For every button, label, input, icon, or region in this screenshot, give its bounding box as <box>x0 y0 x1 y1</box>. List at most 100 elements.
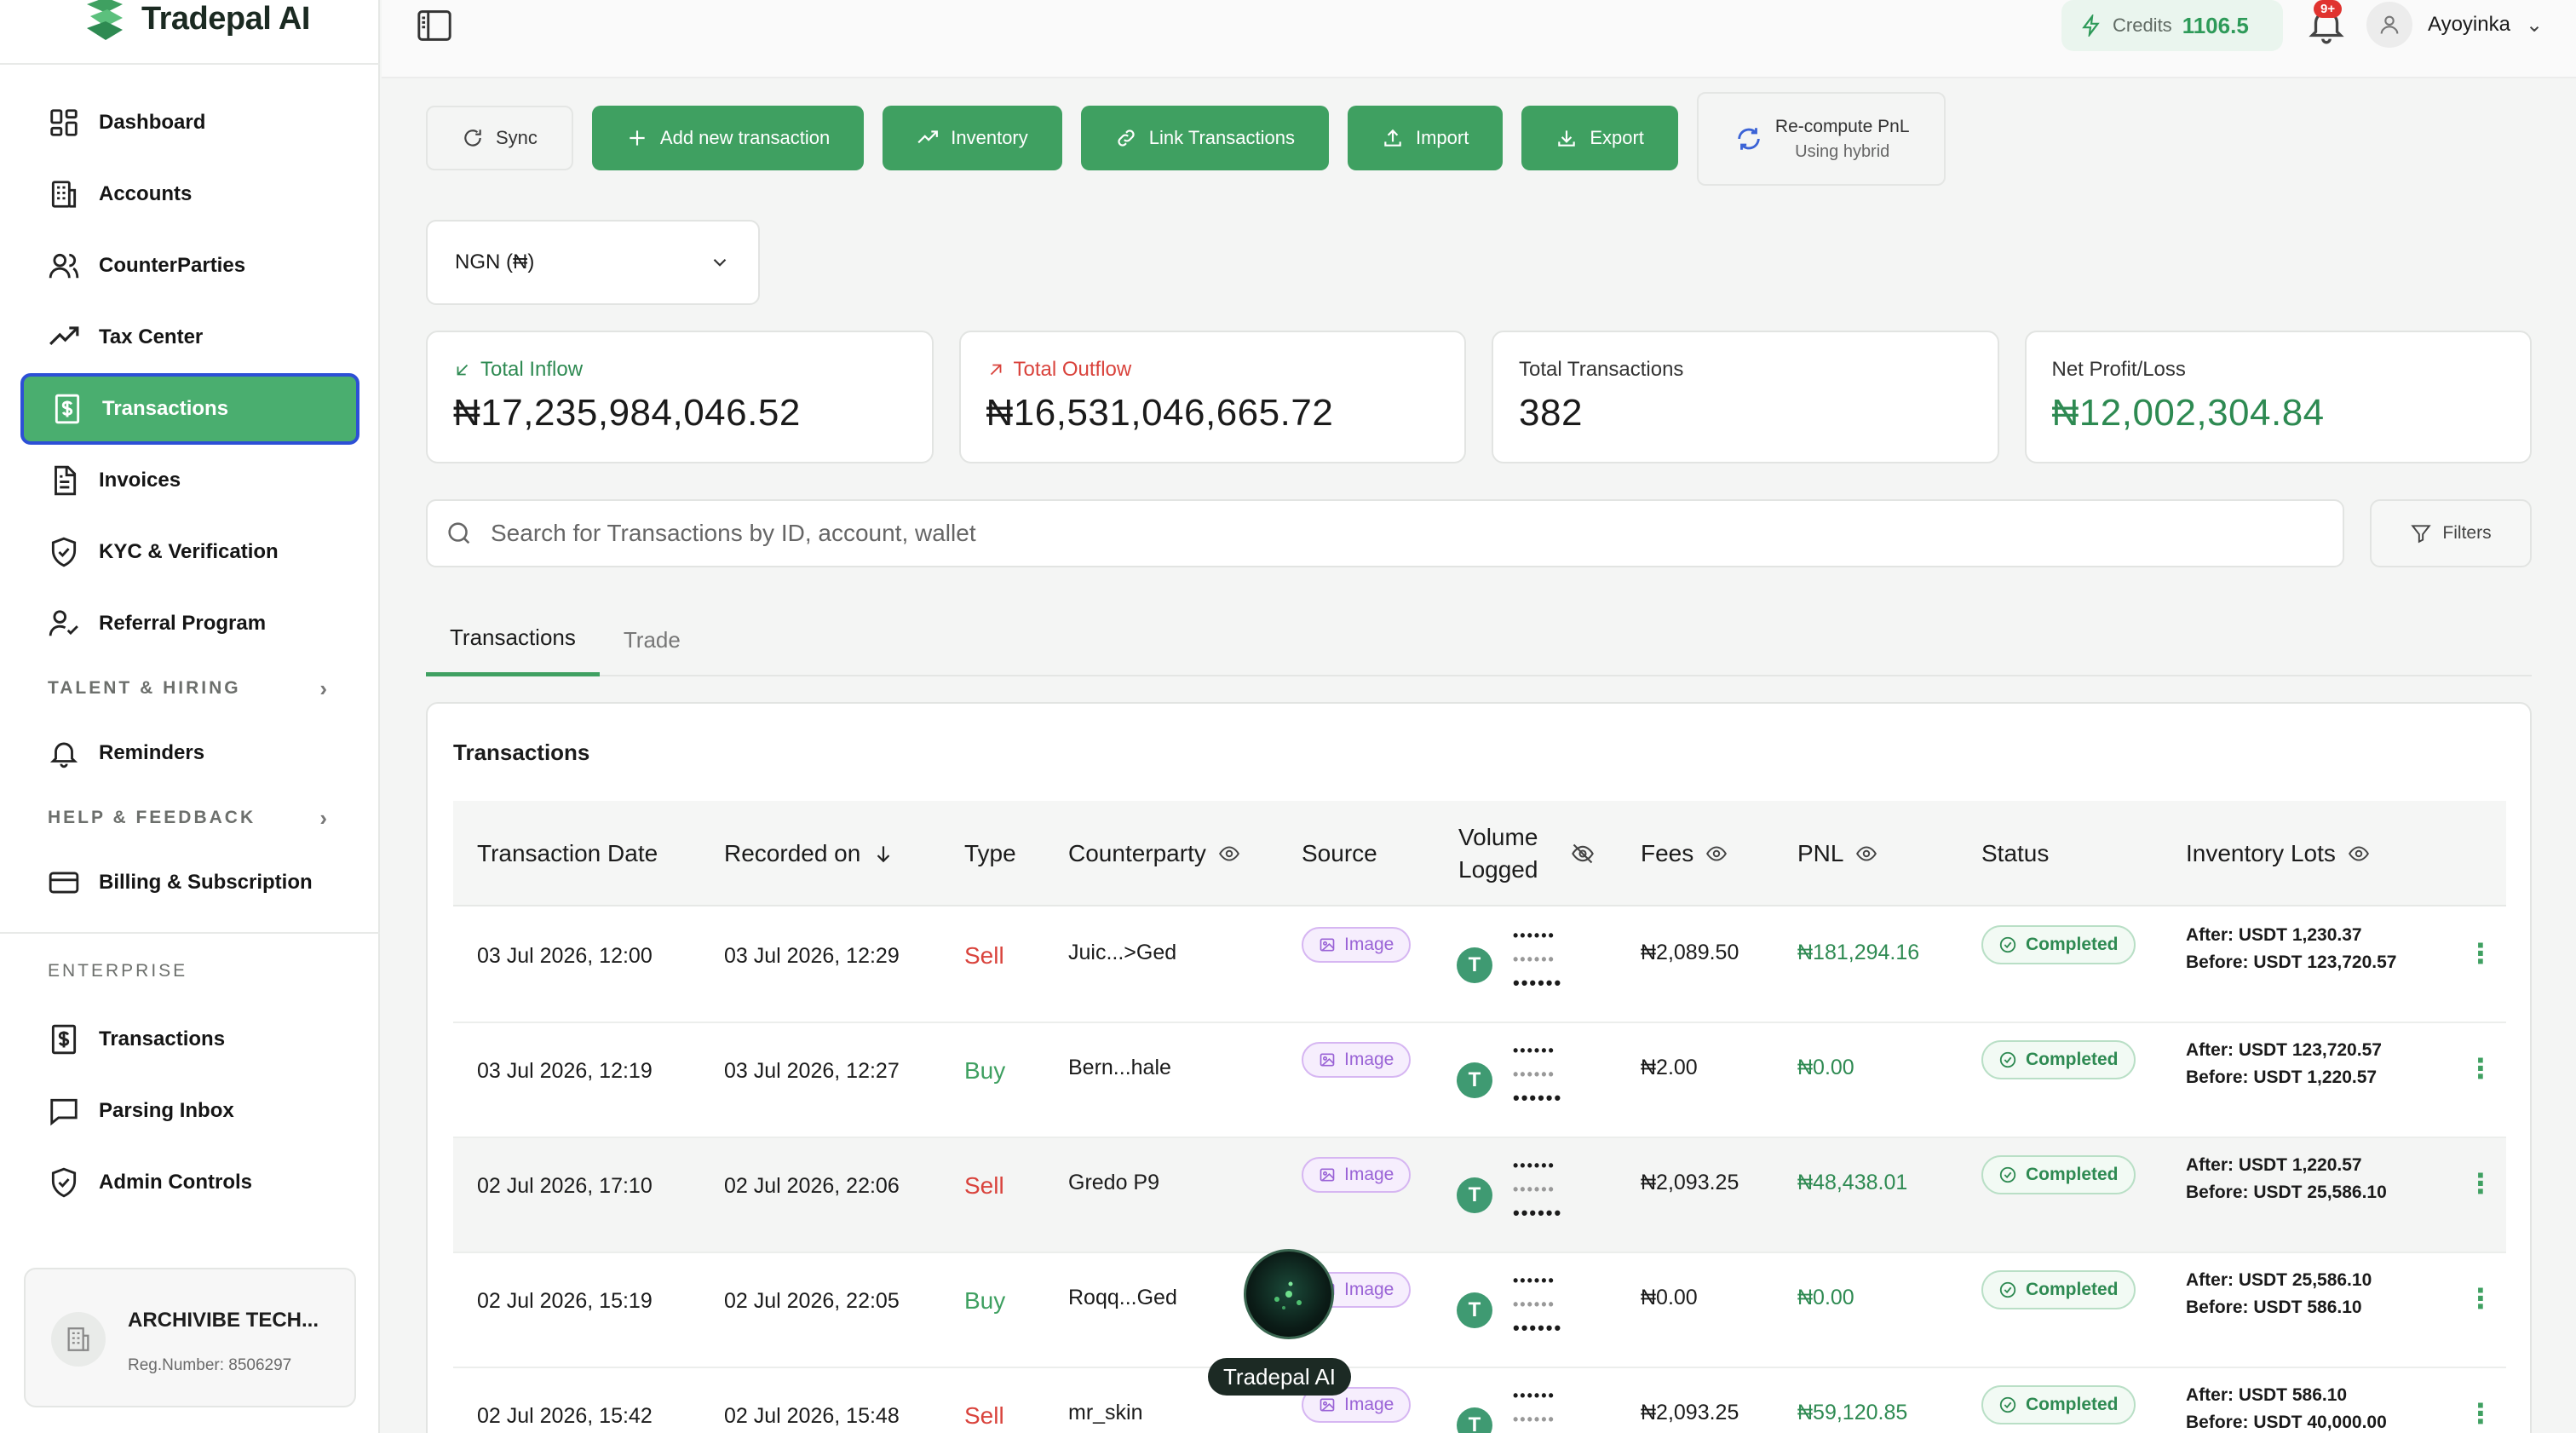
more-options-icon[interactable]: ⋮ <box>2467 1167 2494 1200</box>
more-options-icon[interactable]: ⋮ <box>2467 1397 2494 1430</box>
nav-tax-center[interactable]: Tax Center <box>20 302 359 373</box>
table-title: Transactions <box>453 740 590 765</box>
nav-label: Accounts <box>99 182 193 205</box>
dollar-doc-icon <box>51 1024 77 1055</box>
table-row[interactable]: 02 Jul 2026, 15:19 02 Jul 2026, 22:05 Buy R… <box>453 1253 2506 1368</box>
nav-admin-controls[interactable]: Admin Controls <box>20 1147 359 1218</box>
cell-pnl: ₦48,438.01 <box>1797 1171 1908 1194</box>
nav-label: Referral Program <box>99 612 267 635</box>
source-badge[interactable]: Image <box>1302 1042 1412 1078</box>
col-source[interactable]: Source <box>1302 801 1377 906</box>
search-input[interactable] <box>491 520 2024 547</box>
stats-row: Total Inflow ₦17,235,984,046.52 Total Ou… <box>426 331 2532 463</box>
nav-counterparties[interactable]: CounterParties <box>20 230 359 302</box>
add-transaction-button[interactable]: Add new transaction <box>591 106 865 170</box>
col-pnl[interactable]: PNL <box>1797 801 1877 906</box>
masked-volume: •••••• •••••• •••••• <box>1513 1269 1562 1340</box>
cell-fees: ₦2,089.50 <box>1641 941 1739 964</box>
arrow-down-icon <box>877 846 890 863</box>
credits-value: 1106.5 <box>2182 12 2249 38</box>
section-label: TALENT & HIRING <box>48 678 241 698</box>
source-badge[interactable]: Image <box>1302 1157 1412 1193</box>
section-talent-hiring[interactable]: TALENT & HIRING › <box>20 659 359 717</box>
cell-counterparty[interactable]: Bern...hale <box>1068 1056 1171 1080</box>
download-icon <box>1558 130 1576 147</box>
cell-counterparty[interactable]: Juic...>Ged <box>1068 941 1176 965</box>
stat-label: Total Inflow <box>453 358 906 382</box>
inventory-button[interactable]: Inventory <box>883 106 1062 170</box>
masked-value: •••••• <box>1513 1296 1555 1313</box>
ai-assistant-label[interactable]: Tradepal AI <box>1208 1358 1352 1396</box>
usdt-icon: T <box>1457 947 1492 983</box>
col-status[interactable]: Status <box>1981 801 2049 906</box>
nav-billing[interactable]: Billing & Subscription <box>20 847 359 918</box>
status-badge: Completed <box>1981 925 2136 964</box>
nav-invoices[interactable]: Invoices <box>20 445 359 516</box>
more-options-icon[interactable]: ⋮ <box>2467 937 2494 970</box>
tab-bar: Transactions Trade <box>426 603 2532 676</box>
import-button[interactable]: Import <box>1347 106 1504 170</box>
export-button[interactable]: Export <box>1521 106 1678 170</box>
link-transactions-button[interactable]: Link Transactions <box>1080 106 1329 170</box>
col-fees[interactable]: Fees <box>1641 801 1728 906</box>
table-header: Transaction Date Recorded on Type Counte… <box>453 801 2506 906</box>
source-label: Image <box>1344 1395 1394 1414</box>
credits-badge[interactable]: Credits 1106.5 <box>2061 0 2283 51</box>
user-menu[interactable]: Ayoyinka ⌄ <box>2366 0 2543 49</box>
currency-select[interactable]: NGN (₦) <box>426 220 760 305</box>
masked-value: •••••• <box>1513 1411 1555 1428</box>
more-options-icon[interactable]: ⋮ <box>2467 1282 2494 1315</box>
col-inventory-lots[interactable]: Inventory Lots <box>2186 801 2370 906</box>
table-row[interactable]: 03 Jul 2026, 12:19 03 Jul 2026, 12:27 Buy B… <box>453 1023 2506 1138</box>
col-recorded-on[interactable]: Recorded on <box>724 801 894 906</box>
ai-assistant-orb[interactable] <box>1244 1249 1334 1339</box>
enterprise-nav: Transactions Parsing Inbox Admin Control… <box>20 1004 359 1218</box>
nav-enterprise-transactions[interactable]: Transactions <box>20 1004 359 1075</box>
button-label: Link Transactions <box>1148 127 1295 148</box>
button-label: Sync <box>496 127 538 148</box>
organization-card[interactable]: ARCHIVIBE TECH... Reg.Number: 8506297 <box>24 1268 356 1407</box>
sidebar-toggle-icon[interactable] <box>416 9 453 43</box>
col-counterparty[interactable]: Counterparty <box>1068 801 1240 906</box>
cell-fees: ₦0.00 <box>1641 1286 1698 1309</box>
check-circle-icon <box>1999 1051 2016 1068</box>
chevron-right-icon: › <box>319 675 327 701</box>
brand[interactable]: Tradepal AI <box>82 0 310 40</box>
nav-dashboard[interactable]: Dashboard <box>20 87 359 158</box>
status-label: Completed <box>2026 1395 2119 1414</box>
eye-icon[interactable] <box>1855 843 1877 865</box>
nav-reminders[interactable]: Reminders <box>20 717 359 789</box>
col-label: Counterparty <box>1068 840 1206 866</box>
col-volume-logged[interactable]: Volume Logged <box>1458 801 1538 906</box>
cell-counterparty[interactable]: Gredo P9 <box>1068 1171 1159 1195</box>
recompute-pnl-button[interactable]: Re-compute PnL Using hybrid <box>1696 92 1946 186</box>
tab-trade[interactable]: Trade <box>600 603 704 676</box>
table-row[interactable]: 03 Jul 2026, 12:00 03 Jul 2026, 12:29 Sell… <box>453 908 2506 1023</box>
sync-button[interactable]: Sync <box>426 106 573 170</box>
col-type[interactable]: Type <box>964 801 1016 906</box>
table-row[interactable]: 02 Jul 2026, 17:10 02 Jul 2026, 22:06 Sell… <box>453 1138 2506 1253</box>
tab-transactions[interactable]: Transactions <box>426 603 600 676</box>
usdt-icon: T <box>1457 1407 1492 1433</box>
section-help-feedback[interactable]: HELP & FEEDBACK › <box>20 789 359 847</box>
nav-referral[interactable]: Referral Program <box>20 588 359 659</box>
usdt-icon: T <box>1457 1062 1492 1098</box>
lot-before: Before: USDT 1,220.57 <box>2186 1068 2378 1087</box>
eye-off-icon[interactable] <box>1571 842 1595 866</box>
nav-kyc[interactable]: KYC & Verification <box>20 516 359 588</box>
stat-net-profit: Net Profit/Loss ₦12,002,304.84 <box>2024 331 2532 463</box>
filters-button[interactable]: Filters <box>2370 499 2532 567</box>
eye-icon[interactable] <box>1705 843 1728 865</box>
cell-counterparty[interactable]: mr_skin <box>1068 1401 1143 1425</box>
more-options-icon[interactable]: ⋮ <box>2467 1052 2494 1085</box>
nav-transactions[interactable]: Transactions <box>20 373 359 445</box>
cell-counterparty[interactable]: Roqq...Ged <box>1068 1286 1177 1310</box>
eye-icon[interactable] <box>1218 843 1240 865</box>
table-row[interactable]: 02 Jul 2026, 15:42 02 Jul 2026, 15:48 Sell… <box>453 1368 2506 1433</box>
nav-parsing-inbox[interactable]: Parsing Inbox <box>20 1075 359 1147</box>
nav-accounts[interactable]: Accounts <box>20 158 359 230</box>
source-badge[interactable]: Image <box>1302 927 1412 963</box>
cell-recorded-on: 03 Jul 2026, 12:27 <box>724 1059 900 1083</box>
col-transaction-date[interactable]: Transaction Date <box>477 801 658 906</box>
eye-icon[interactable] <box>2348 843 2370 865</box>
